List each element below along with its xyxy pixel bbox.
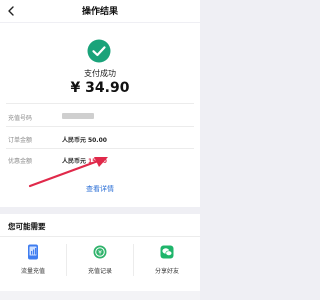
row-value-discount-amount: 人民币元 15.10	[62, 156, 107, 165]
payment-result-card: 支付成功 ¥ 34.90 充值号码 订单金额 人民币元 50.00 优惠金额 人…	[0, 23, 200, 207]
action-label: 分享好友	[154, 268, 179, 275]
divider	[0, 236, 200, 237]
row-value-order-amount: 人民币元 50.00	[62, 135, 107, 144]
currency-prefix: 人民币元	[62, 137, 87, 144]
section-title: 您可能需要	[8, 222, 46, 231]
action-recharge-record[interactable]: ¥ 充值记录	[67, 244, 133, 280]
divider	[6, 126, 194, 127]
phone-data-icon	[28, 244, 38, 260]
recommend-section: 您可能需要 流量充值 ¥ 充值记录 分享好友	[0, 214, 200, 300]
discount-amount-value: 15.10	[87, 158, 107, 165]
page-title: 操作结果	[81, 7, 118, 17]
view-details-link[interactable]: 查看详情	[0, 184, 200, 194]
row-label-discount-amount: 优惠金额	[8, 158, 33, 165]
check-circle-icon	[87, 39, 111, 63]
divider	[6, 103, 194, 104]
status-text: 支付成功	[84, 69, 116, 78]
svg-text:¥: ¥	[98, 249, 102, 256]
currency-prefix: 人民币元	[62, 158, 87, 165]
row-label-recharge-number: 充值号码	[8, 115, 33, 122]
row-label-order-amount: 订单金额	[8, 137, 33, 144]
divider	[6, 148, 194, 149]
masked-phone-number	[62, 113, 94, 119]
record-coin-icon: ¥	[93, 245, 107, 259]
action-label: 流量充值	[20, 268, 45, 275]
payment-amount: ¥ 34.90	[70, 80, 130, 96]
action-label: 充值记录	[87, 268, 112, 275]
action-share-friend[interactable]: 分享好友	[134, 244, 200, 280]
bottom-spacer	[0, 291, 200, 300]
action-data-recharge[interactable]: 流量充值	[0, 244, 66, 280]
order-amount-value: 50.00	[87, 137, 107, 144]
navbar: 操作结果	[0, 0, 200, 22]
chat-bubble-icon	[160, 245, 174, 259]
